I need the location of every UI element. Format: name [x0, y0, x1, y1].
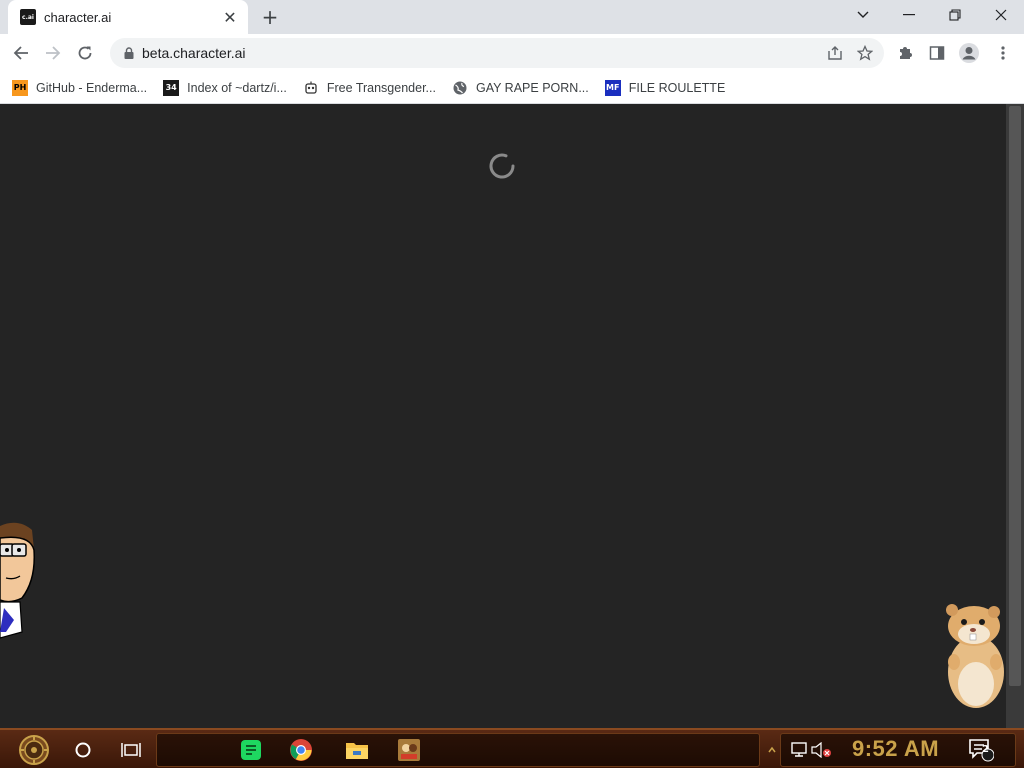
cartoon-man-peek-icon[interactable]: [0, 520, 40, 640]
notes-app-icon[interactable]: [236, 734, 266, 766]
volume-muted-icon[interactable]: [806, 734, 836, 766]
forward-arrow-icon[interactable]: [38, 38, 68, 68]
bookmark-item[interactable]: GAY RAPE PORN...: [452, 76, 589, 100]
tray-overflow-chevron-icon[interactable]: [764, 734, 780, 766]
character-ai-favicon-icon: c.ai: [20, 9, 36, 25]
close-window-icon[interactable]: [978, 0, 1024, 30]
bookmark-label: Free Transgender...: [326, 80, 436, 95]
tab-search-chevron-icon[interactable]: [840, 0, 886, 30]
task-view-icon[interactable]: [116, 734, 146, 766]
bookmark-item[interactable]: PH GitHub - Enderma...: [12, 76, 147, 100]
file-explorer-folder-icon[interactable]: [342, 734, 372, 766]
bookmark-label: FILE ROULETTE: [628, 80, 726, 95]
tab-strip: c.ai character.ai ✕ +: [0, 0, 1024, 34]
pornhub-style-icon: PH: [12, 79, 28, 96]
folder-grid-icon: 34: [163, 79, 180, 96]
bonzi-game-app-icon[interactable]: [394, 734, 424, 766]
kebab-menu-icon[interactable]: [988, 38, 1018, 68]
tab-title: character.ai: [44, 9, 112, 25]
lock-icon[interactable]: [122, 46, 136, 60]
address-bar[interactable]: beta.character.ai: [110, 38, 884, 68]
chrome-icon[interactable]: [286, 734, 316, 766]
restore-icon[interactable]: [932, 0, 978, 30]
bookmark-item[interactable]: 34 Index of ~dartz/i...: [163, 76, 287, 100]
bookmark-star-icon[interactable]: [850, 38, 880, 68]
bookmark-label: Index of ~dartz/i...: [187, 80, 287, 95]
reload-icon[interactable]: [70, 38, 100, 68]
bookmark-item[interactable]: Free Transgender...: [303, 76, 436, 100]
profile-avatar-icon[interactable]: [954, 38, 984, 68]
browser-toolbar: beta.character.ai: [0, 34, 1024, 72]
start-gear-icon[interactable]: [10, 733, 58, 767]
bookmark-label: GitHub - Enderma...: [36, 80, 148, 95]
scrollbar-thumb[interactable]: [1009, 106, 1021, 686]
url-text[interactable]: beta.character.ai: [142, 45, 820, 61]
robot-icon: [303, 80, 319, 96]
loading-spinner-icon: [486, 150, 518, 182]
new-tab-plus-icon[interactable]: +: [258, 5, 282, 29]
bookmarks-bar: PH GitHub - Enderma... 34 Index of ~dart…: [0, 72, 1024, 104]
bookmark-label: GAY RAPE PORN...: [475, 80, 589, 95]
cortana-search-icon[interactable]: [68, 734, 98, 766]
tab-character-ai[interactable]: c.ai character.ai ✕: [8, 0, 248, 34]
file-roulette-icon: MF: [604, 79, 621, 96]
minimize-icon[interactable]: [886, 0, 932, 30]
page-viewport: [0, 104, 1006, 728]
hamster-pet-icon[interactable]: [938, 604, 1010, 712]
side-panel-icon[interactable]: [922, 38, 952, 68]
globe-icon: [452, 80, 468, 96]
taskbar: 9:52 AM 2: [0, 728, 1024, 768]
taskbar-clock[interactable]: 9:52 AM: [852, 736, 939, 762]
share-icon[interactable]: [820, 38, 850, 68]
back-arrow-icon[interactable]: [6, 38, 36, 68]
notification-count-badge: 2: [982, 744, 989, 755]
action-center-notification-icon[interactable]: 2: [966, 734, 996, 766]
tab-close-icon[interactable]: ✕: [220, 7, 240, 27]
extensions-puzzle-icon[interactable]: [890, 38, 920, 68]
bookmark-item[interactable]: MF FILE ROULETTE: [604, 76, 726, 100]
